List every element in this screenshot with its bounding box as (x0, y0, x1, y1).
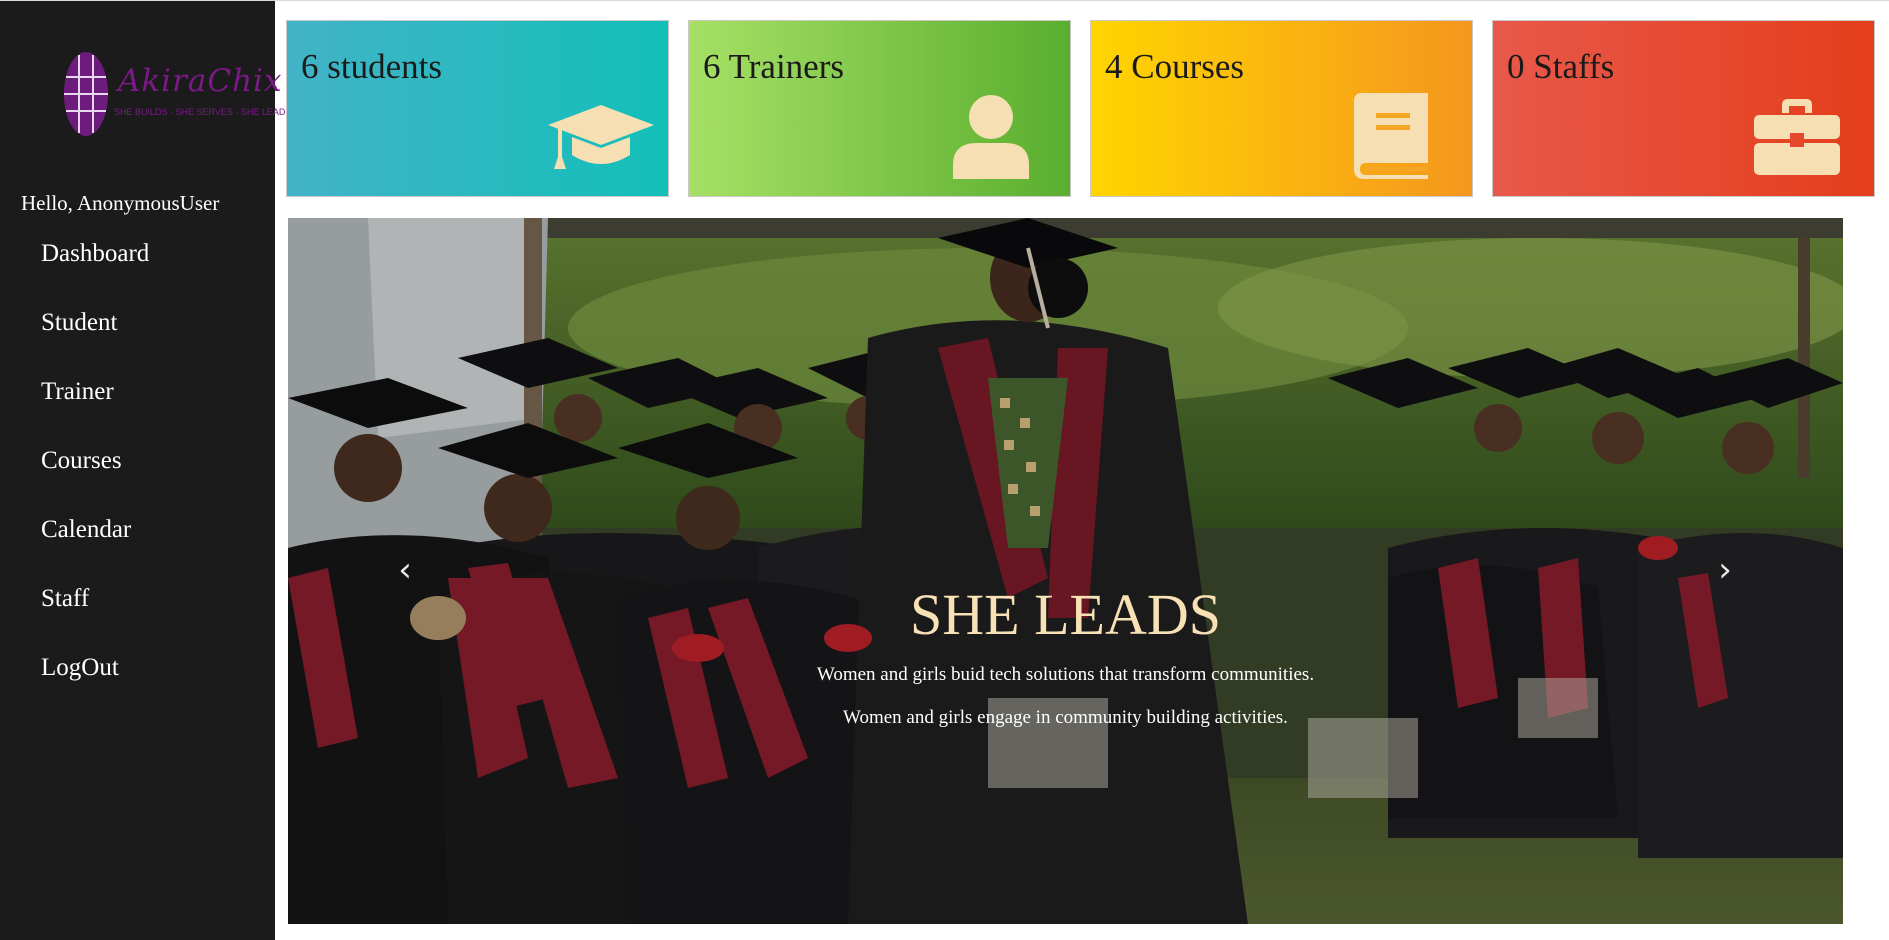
photo-overlay (288, 218, 1843, 924)
caption-title: SHE LEADS (910, 582, 1221, 647)
trainers-card[interactable]: 6 Trainers (688, 20, 1071, 197)
students-card[interactable]: 6 students (286, 20, 669, 197)
caption-line-1: Women and girls buid tech solutions that… (816, 664, 1315, 685)
globe-logo-icon (64, 52, 108, 136)
top-border (0, 0, 1889, 1)
courses-count: 4 Courses (1105, 47, 1245, 86)
carousel-caption: SHE LEADS Women and girls buid tech solu… (288, 580, 1843, 729)
sidebar-item-courses[interactable]: Courses (0, 441, 275, 510)
trainers-count: 6 Trainers (703, 47, 844, 86)
sidebar-item-staff[interactable]: Staff (0, 579, 275, 648)
hero-carousel[interactable]: ‹ › SHE LEADS Women and girls buid tech … (288, 218, 1843, 924)
sidebar: AkiraChix SHE BUILDS · SHE SERVES · SHE … (0, 1, 291, 940)
user-icon (953, 95, 1029, 179)
courses-card[interactable]: 4 Courses (1090, 20, 1473, 197)
students-count: 6 students (301, 47, 442, 86)
staffs-count: 0 Staffs (1507, 47, 1615, 86)
sidebar-item-trainer[interactable]: Trainer (0, 372, 275, 441)
graduation-cap-icon (548, 105, 654, 169)
sidebar-nav: Dashboard Student Trainer Courses Calend… (0, 234, 275, 717)
sidebar-item-dashboard[interactable]: Dashboard (0, 234, 275, 303)
logo-tagline: SHE BUILDS · SHE SERVES · SHE LEADS (114, 107, 292, 117)
staffs-card[interactable]: 0 Staffs (1492, 20, 1875, 197)
caption-line-2: Women and girls engage in community buil… (843, 707, 1288, 728)
sidebar-item-student[interactable]: Student (0, 303, 275, 372)
brand-logo[interactable]: AkiraChix SHE BUILDS · SHE SERVES · SHE … (62, 49, 291, 141)
sidebar-item-calendar[interactable]: Calendar (0, 510, 275, 579)
logo-wordmark: AkiraChix (118, 63, 283, 99)
briefcase-icon (1754, 99, 1840, 175)
sidebar-item-logout[interactable]: LogOut (0, 648, 275, 717)
user-greeting: Hello, AnonymousUser (21, 191, 220, 215)
book-icon (1354, 93, 1428, 179)
